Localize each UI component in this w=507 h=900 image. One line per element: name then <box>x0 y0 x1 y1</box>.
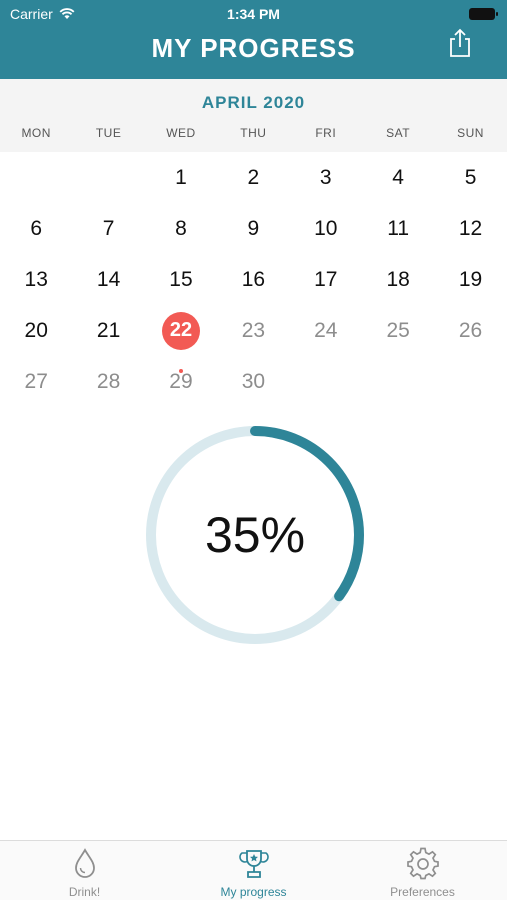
calendar-day[interactable]: 21 <box>72 305 144 356</box>
calendar-empty-cell <box>0 152 72 203</box>
drop-icon <box>74 848 95 878</box>
calendar-day[interactable]: 12 <box>434 203 506 254</box>
day-label: 18 <box>386 267 410 291</box>
calendar-day[interactable]: 6 <box>0 203 72 254</box>
calendar-day[interactable]: 30 <box>217 356 289 407</box>
calendar-day[interactable]: 24 <box>290 305 362 356</box>
calendar-day[interactable]: 8 <box>145 203 217 254</box>
day-label: 6 <box>30 216 43 240</box>
event-dot <box>178 369 183 373</box>
calendar-day[interactable]: 19 <box>434 254 506 305</box>
day-label: 12 <box>458 216 483 240</box>
share-icon[interactable] <box>445 28 475 58</box>
weekday-label: SUN <box>457 126 484 140</box>
tab-preferences[interactable]: Preferences <box>338 841 507 900</box>
tab-drink[interactable]: Drink! <box>0 841 169 900</box>
calendar-day[interactable]: 14 <box>72 254 144 305</box>
day-label: 17 <box>314 267 338 291</box>
battery-icon <box>469 8 498 20</box>
day-label: 14 <box>96 267 121 291</box>
day-label: 23 <box>241 318 266 342</box>
calendar-week-row: 27 28 29 30 <box>0 356 507 407</box>
weekday-label: WED <box>166 126 196 140</box>
calendar-day[interactable]: 16 <box>217 254 289 305</box>
calendar-day[interactable]: 2 <box>217 152 289 203</box>
day-label: 16 <box>241 267 266 291</box>
calendar-empty-cell <box>434 356 506 407</box>
status-time: 1:34 PM <box>227 6 280 22</box>
calendar-grid: 1 2 3 4 5 6 7 8 9 10 11 12 13 14 15 16 17 18 19 20 21 22 23 24 2… <box>0 152 507 407</box>
day-label: 4 <box>392 165 404 189</box>
day-label: 9 <box>247 216 260 240</box>
day-label: 8 <box>175 216 187 240</box>
day-label: 13 <box>24 267 48 291</box>
calendar-day[interactable]: 3 <box>290 152 362 203</box>
day-label: 27 <box>24 369 48 393</box>
calendar-day[interactable]: 25 <box>362 305 434 356</box>
tab-preferences-label: Preferences <box>390 885 455 899</box>
day-label: 19 <box>458 267 483 291</box>
tab-my-progress[interactable]: My progress <box>169 841 338 900</box>
weekday-label: THU <box>240 126 267 140</box>
day-label: 2 <box>247 165 260 189</box>
calendar-empty-cell <box>362 356 434 407</box>
calendar-day[interactable]: 9 <box>217 203 289 254</box>
gear-icon <box>406 847 439 880</box>
tab-bar: Drink! My progress Preferences <box>0 840 507 900</box>
calendar-week-row: 13 14 15 16 17 18 19 <box>0 254 507 305</box>
calendar-day[interactable]: 18 <box>362 254 434 305</box>
calendar-day[interactable]: 22 <box>145 305 217 356</box>
trophy-icon <box>238 850 269 878</box>
day-label: 11 <box>387 216 410 240</box>
calendar-day[interactable]: 17 <box>290 254 362 305</box>
day-label: 26 <box>458 318 483 342</box>
calendar-empty-cell <box>72 152 144 203</box>
day-label: 25 <box>386 318 410 342</box>
day-label: 29 <box>169 369 193 393</box>
calendar-day[interactable]: 29 <box>145 356 217 407</box>
weekday-label: FRI <box>315 126 337 140</box>
day-label: 21 <box>96 318 121 342</box>
nav-bar: Carrier 1:34 PM MY PROGRESS <box>0 0 507 79</box>
calendar-week-row: 6 7 8 9 10 11 12 <box>0 203 507 254</box>
calendar-day[interactable]: 20 <box>0 305 72 356</box>
calendar-day[interactable]: 10 <box>290 203 362 254</box>
calendar-day[interactable]: 4 <box>362 152 434 203</box>
day-label: 28 <box>96 369 121 393</box>
status-bar: Carrier 1:34 PM <box>0 0 507 28</box>
day-label: 1 <box>175 165 187 189</box>
calendar-day[interactable]: 23 <box>217 305 289 356</box>
calendar-day[interactable]: 1 <box>145 152 217 203</box>
page-title: MY PROGRESS <box>151 33 356 63</box>
day-label: 7 <box>102 216 115 240</box>
tab-my-progress-label: My progress <box>220 885 287 899</box>
calendar-day[interactable]: 28 <box>72 356 144 407</box>
weekday-label: TUE <box>95 126 122 140</box>
calendar-day[interactable]: 5 <box>434 152 506 203</box>
selected-day-label: 22 <box>161 311 200 350</box>
month-title: APRIL 2020 <box>201 93 306 112</box>
day-label: 3 <box>319 165 332 189</box>
calendar-day[interactable]: 27 <box>0 356 72 407</box>
calendar-week-row: 20 21 22 23 24 25 26 <box>0 305 507 356</box>
day-label: 15 <box>169 267 193 291</box>
day-label: 10 <box>314 216 338 240</box>
day-label: 5 <box>464 165 477 189</box>
tab-drink-label: Drink! <box>68 885 101 899</box>
calendar-day[interactable]: 13 <box>0 254 72 305</box>
calendar-week-row: 1 2 3 4 5 <box>0 152 507 203</box>
calendar-empty-cell <box>290 356 362 407</box>
calendar-day[interactable]: 7 <box>72 203 144 254</box>
day-label: 30 <box>241 369 266 393</box>
calendar-day[interactable]: 26 <box>434 305 506 356</box>
day-label: 24 <box>314 318 338 342</box>
weekday-row: MON TUE WED THU FRI SAT SUN <box>0 126 507 140</box>
calendar-day[interactable]: 11 <box>362 203 434 254</box>
progress-percent: 35% <box>204 507 306 563</box>
day-label: 20 <box>24 318 48 342</box>
calendar-day[interactable]: 15 <box>145 254 217 305</box>
calendar-header <box>0 79 507 152</box>
weekday-label: MON <box>21 126 51 140</box>
weekday-label: SAT <box>386 126 411 140</box>
